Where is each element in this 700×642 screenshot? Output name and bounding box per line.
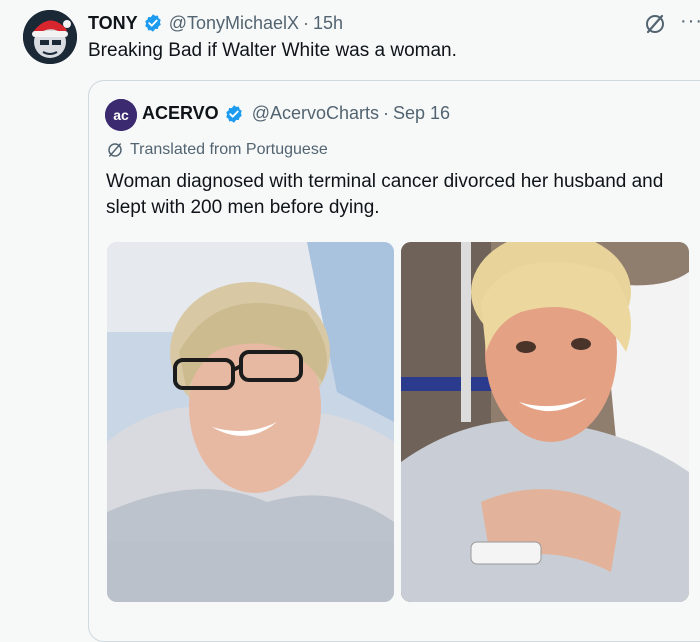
author-avatar[interactable] xyxy=(23,10,77,64)
quoted-author-handle[interactable]: @AcervoCharts xyxy=(252,103,379,124)
author-handle[interactable]: @TonyMichaelX xyxy=(169,13,299,34)
separator-dot: · xyxy=(383,103,389,123)
verified-badge-icon xyxy=(143,13,163,33)
quoted-timestamp[interactable]: Sep 16 xyxy=(393,103,450,124)
quoted-tweet-header: ACERVO @AcervoCharts · Sep 16 xyxy=(142,103,450,124)
translated-notice: Translated from Portuguese xyxy=(106,141,328,159)
tweet-header: TONY @TonyMichaelX · 15h xyxy=(88,12,343,34)
quoted-author-avatar[interactable]: ac xyxy=(105,99,137,131)
quoted-photo-2[interactable] xyxy=(401,242,689,602)
quoted-photo-1[interactable] xyxy=(107,242,394,602)
separator-dot: · xyxy=(303,12,310,33)
verified-badge-icon xyxy=(224,104,244,124)
author-name[interactable]: TONY xyxy=(88,13,138,34)
quoted-author-name[interactable]: ACERVO xyxy=(142,103,219,124)
grok-icon[interactable] xyxy=(643,12,667,36)
translated-label: Translated from Portuguese xyxy=(130,141,328,158)
quoted-avatar-text: ac xyxy=(113,107,129,123)
more-icon[interactable]: ··· xyxy=(680,10,700,33)
tweet-text: Breaking Bad if Walter White was a woman… xyxy=(88,40,457,61)
translate-icon xyxy=(108,143,122,157)
post-timestamp[interactable]: 15h xyxy=(313,13,343,34)
quoted-tweet-text: Woman diagnosed with terminal cancer div… xyxy=(106,171,664,218)
tweet[interactable]: TONY @TonyMichaelX · 15h ··· Breaking Ba… xyxy=(0,0,700,642)
quoted-tweet[interactable]: ac ACERVO @AcervoCharts · Sep 16 Transla… xyxy=(88,80,700,642)
